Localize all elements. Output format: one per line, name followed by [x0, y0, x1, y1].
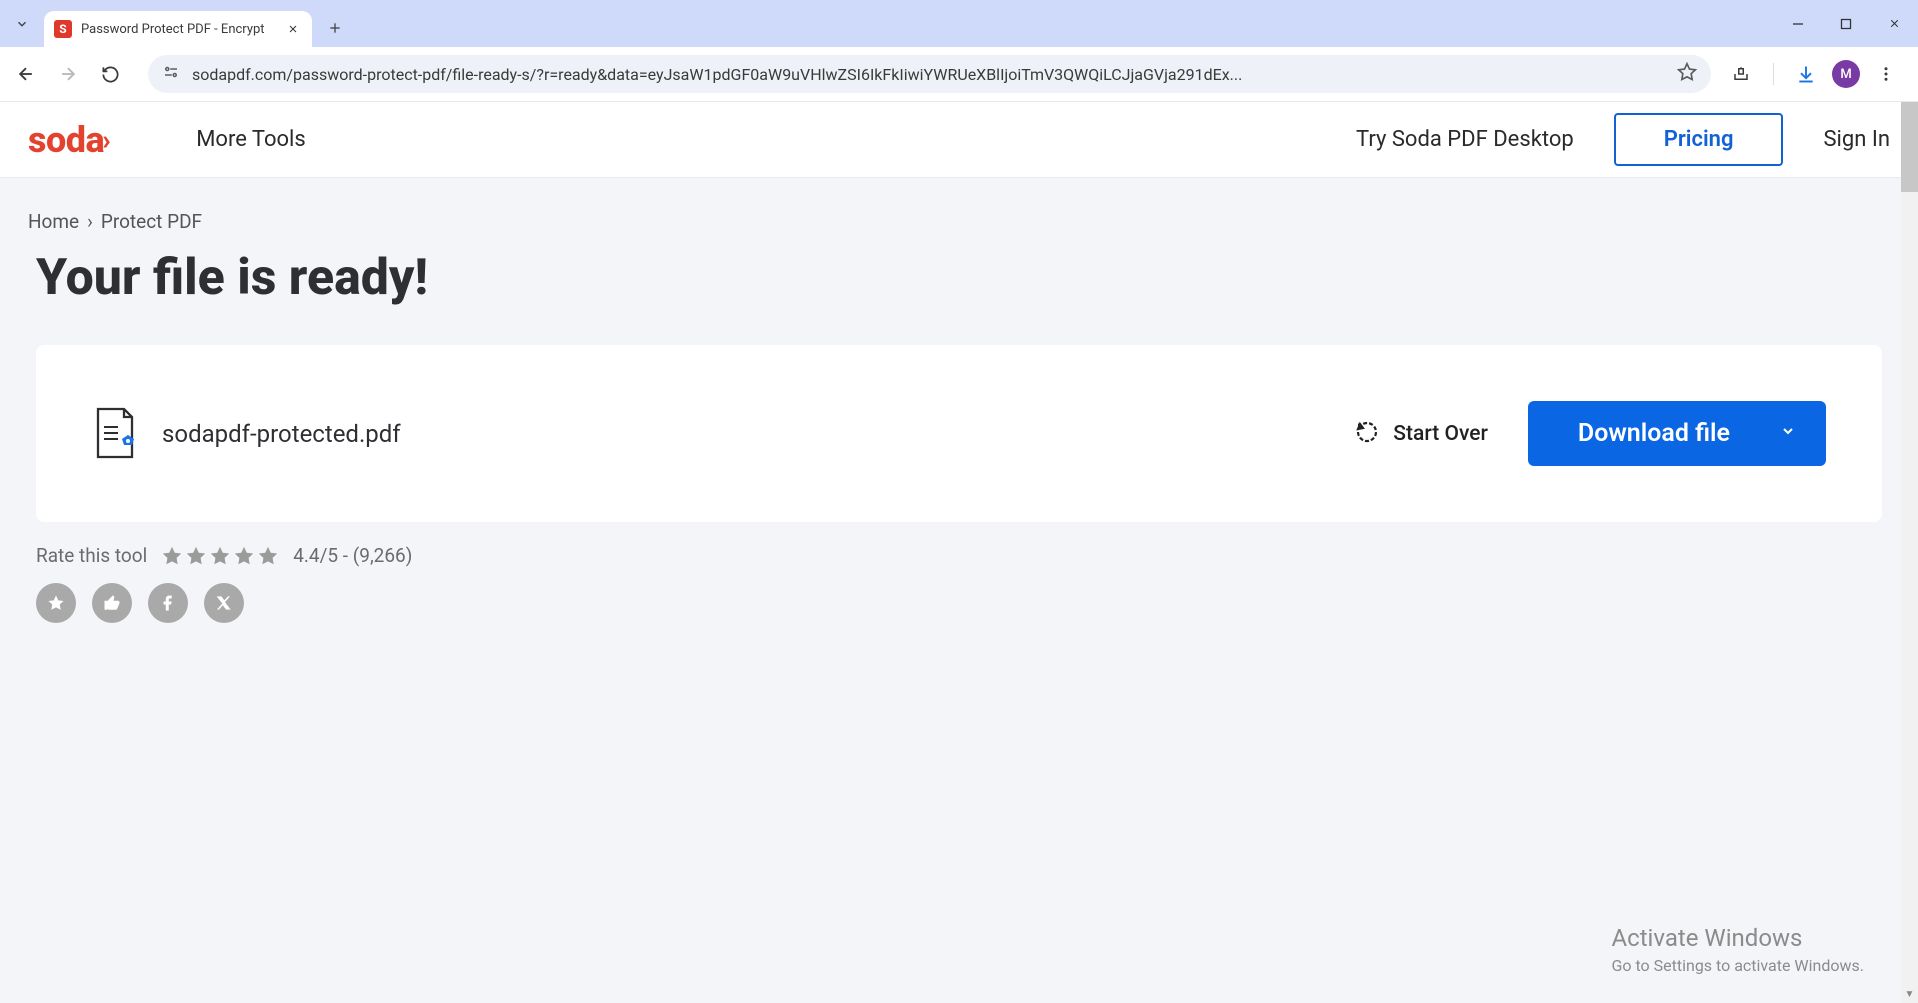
file-name: sodapdf-protected.pdf [162, 420, 401, 448]
breadcrumb: Home › Protect PDF [0, 178, 1918, 233]
tab-search-dropdown[interactable] [0, 0, 44, 47]
toolbar-right-icons: M [1717, 56, 1910, 92]
avatar-initial: M [1840, 67, 1851, 82]
star-icon[interactable] [233, 545, 255, 567]
address-bar[interactable]: sodapdf.com/password-protect-pdf/file-re… [148, 55, 1711, 93]
watermark-line1: Activate Windows [1611, 924, 1864, 952]
download-button-label: Download file [1578, 419, 1730, 448]
watermark-line2: Go to Settings to activate Windows. [1611, 956, 1864, 975]
sign-in-link[interactable]: Sign In [1823, 127, 1890, 152]
breadcrumb-current: Protect PDF [101, 210, 202, 233]
tab-favicon: S [54, 20, 72, 38]
page-scrollbar[interactable]: ▲ ▼ [1901, 102, 1918, 1003]
star-icon[interactable] [185, 545, 207, 567]
scrollbar-thumb[interactable] [1901, 102, 1918, 192]
nav-forward-button[interactable] [50, 56, 86, 92]
window-close-button[interactable] [1870, 0, 1918, 47]
nav-back-button[interactable] [8, 56, 44, 92]
share-like-button[interactable] [92, 583, 132, 623]
address-bar-url: sodapdf.com/password-protect-pdf/file-re… [192, 65, 1665, 84]
tab-title: Password Protect PDF - Encrypt [81, 22, 275, 37]
nav-reload-button[interactable] [92, 56, 128, 92]
new-tab-button[interactable] [318, 11, 352, 45]
rating-row: Rate this tool 4.4/5 - (9,266) [0, 522, 1918, 567]
window-minimize-button[interactable] [1774, 0, 1822, 47]
star-icon[interactable] [209, 545, 231, 567]
star-icon[interactable] [257, 545, 279, 567]
page-content: Home › Protect PDF Your file is ready! s… [0, 178, 1918, 639]
rating-score: 4.4/5 - (9,266) [293, 544, 412, 567]
tab-close-icon[interactable] [284, 20, 302, 38]
pricing-button[interactable]: Pricing [1614, 113, 1784, 166]
start-over-label: Start Over [1393, 422, 1488, 446]
more-tools-menu[interactable]: More Tools [196, 127, 306, 152]
try-desktop-link[interactable]: Try Soda PDF Desktop [1356, 127, 1574, 152]
browser-tab-active[interactable]: S Password Protect PDF - Encrypt [44, 11, 312, 47]
breadcrumb-separator-icon: › [87, 210, 93, 233]
logo[interactable]: soda› [28, 119, 110, 161]
window-controls [1774, 0, 1918, 47]
profile-avatar[interactable]: M [1832, 60, 1860, 88]
toolbar-divider [1773, 63, 1774, 85]
page-title: Your file is ready! [0, 233, 1918, 307]
scrollbar-down-icon[interactable]: ▼ [1901, 986, 1918, 1003]
protected-file-icon [92, 407, 138, 461]
browser-titlebar: S Password Protect PDF - Encrypt [0, 0, 1918, 47]
site-info-icon[interactable] [162, 63, 180, 85]
downloads-icon[interactable] [1788, 56, 1824, 92]
extensions-icon[interactable] [1723, 56, 1759, 92]
site-header: soda› More Tools Try Soda PDF Desktop Pr… [0, 102, 1918, 178]
star-icon[interactable] [161, 545, 183, 567]
bookmark-star-icon[interactable] [1677, 62, 1697, 86]
browser-toolbar: sodapdf.com/password-protect-pdf/file-re… [0, 47, 1918, 102]
start-over-button[interactable]: Start Over [1355, 420, 1488, 448]
rating-label: Rate this tool [36, 544, 147, 567]
window-maximize-button[interactable] [1822, 0, 1870, 47]
share-favorite-button[interactable] [36, 583, 76, 623]
rating-stars[interactable] [161, 545, 279, 567]
download-file-button[interactable]: Download file [1528, 401, 1826, 466]
chevron-down-icon[interactable] [1780, 423, 1796, 444]
share-row [0, 567, 1918, 639]
share-x-button[interactable] [204, 583, 244, 623]
breadcrumb-home[interactable]: Home [28, 210, 79, 233]
logo-arrow-icon: › [102, 123, 110, 156]
file-ready-card: sodapdf-protected.pdf Start Over Downloa… [36, 345, 1882, 522]
restart-icon [1355, 420, 1379, 448]
share-facebook-button[interactable] [148, 583, 188, 623]
chrome-menu-icon[interactable] [1868, 56, 1904, 92]
windows-activation-watermark: Activate Windows Go to Settings to activ… [1611, 924, 1864, 975]
logo-text: soda [28, 119, 104, 161]
